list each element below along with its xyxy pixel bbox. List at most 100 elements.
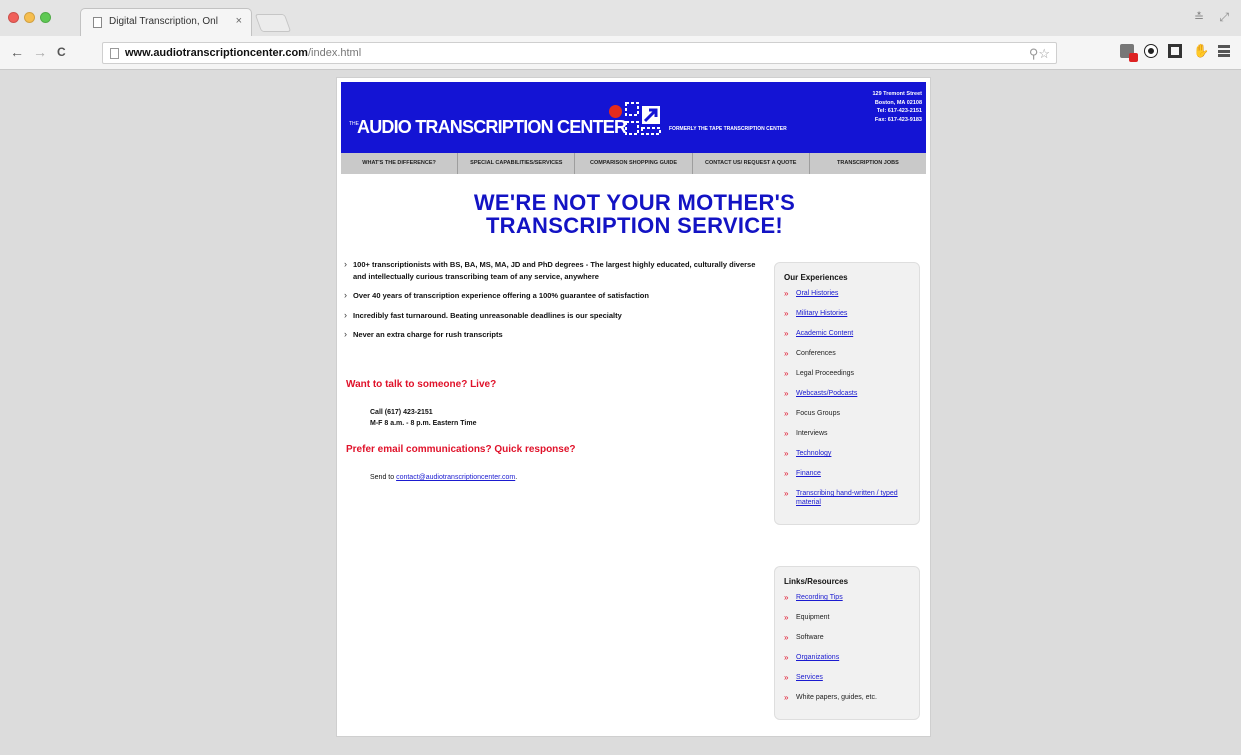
extension-icon[interactable] xyxy=(1120,44,1138,62)
tab-title: Digital Transcription, Onl xyxy=(109,16,218,27)
email-link[interactable]: contact@audiotranscriptioncenter.com xyxy=(396,474,515,481)
sidebar-label: Software xyxy=(796,634,824,641)
square-icon[interactable] xyxy=(1168,44,1182,58)
site-logo[interactable]: AUDIO TRANSCRIPTION CENTER xyxy=(357,117,627,138)
reload-icon[interactable]: C xyxy=(57,45,66,59)
logo-red-dot xyxy=(609,105,622,118)
window-resize-icon[interactable]: ≛ ⤢ xyxy=(1194,10,1235,25)
sidebar-item[interactable]: Academic Content xyxy=(784,329,913,338)
forward-icon[interactable]: → xyxy=(33,44,47,60)
phone-line: Tel: 617-423-2151 xyxy=(876,108,922,114)
feature-item: 100+ transcriptionists with BS, BA, MS, … xyxy=(344,259,764,282)
experiences-title: Our Experiences xyxy=(784,273,848,282)
sidebar-item[interactable]: Military Histories xyxy=(784,309,913,318)
page-icon xyxy=(110,48,119,59)
sidebar-link[interactable]: Organizations xyxy=(796,654,839,661)
web-page: THE AUDIO TRANSCRIPTION CENTER FORMERLY … xyxy=(336,77,931,737)
experiences-box: Our Experiences Oral Histories Military H… xyxy=(774,262,920,525)
menu-icon[interactable] xyxy=(1218,45,1230,57)
minimize-window-button[interactable] xyxy=(24,12,35,23)
close-window-button[interactable] xyxy=(8,12,19,23)
maximize-window-button[interactable] xyxy=(40,12,51,23)
feature-item: Over 40 years of transcription experienc… xyxy=(344,290,764,302)
contact-address: 129 Tremont Street Boston, MA 02108 Tel:… xyxy=(872,90,922,124)
window-controls xyxy=(8,12,51,23)
logo-tagline: FORMERLY THE TAPE TRANSCRIPTION CENTER xyxy=(669,126,787,132)
hand-icon[interactable]: ✋ xyxy=(1193,44,1209,58)
sidebar-item: Focus Groups xyxy=(784,409,913,418)
extension-badge xyxy=(1129,53,1138,62)
resources-list: Recording Tips Equipment Software Organizat… xyxy=(784,593,913,702)
sidebar-item[interactable]: Webcasts/Podcasts xyxy=(784,389,913,398)
sidebar-item[interactable]: Organizations xyxy=(784,653,913,662)
sidebar-item: Equipment xyxy=(784,613,913,622)
sidebar-label: Focus Groups xyxy=(796,410,840,417)
sidebar-link[interactable]: Oral Histories xyxy=(796,290,838,297)
sidebar-item[interactable]: Oral Histories xyxy=(784,289,913,298)
sidebar-item: Legal Proceedings xyxy=(784,369,913,378)
feature-item: Never an extra charge for rush transcrip… xyxy=(344,329,764,341)
email-line: Send to contact@audiotranscriptioncenter… xyxy=(370,474,517,481)
address-line: 129 Tremont Street xyxy=(872,91,922,97)
resources-box: Links/Resources Recording Tips Equipment S… xyxy=(774,566,920,720)
send-suffix: . xyxy=(515,474,518,481)
call-info: Call (617) 423-2151 M-F 8 a.m. - 8 p.m. … xyxy=(370,407,476,429)
headline-line-1: WE'RE NOT YOUR MOTHER'S xyxy=(473,190,796,215)
eye-icon[interactable] xyxy=(1145,45,1157,57)
talk-heading: Want to talk to someone? Live? xyxy=(346,379,497,390)
page-icon xyxy=(93,17,102,28)
tab-close-icon[interactable]: × xyxy=(236,15,242,27)
sidebar-item[interactable]: Recording Tips xyxy=(784,593,913,602)
email-heading: Prefer email communications? Quick respo… xyxy=(346,444,576,455)
site-nav: WHAT'S THE DIFFERENCE? SPECIAL CAPABILIT… xyxy=(341,153,926,174)
feature-item: Incredibly fast turnaround. Beating unre… xyxy=(344,310,764,322)
address-bar[interactable]: www.audiotranscriptioncenter.com/index.h… xyxy=(102,42,1057,64)
nav-transcription-jobs[interactable]: TRANSCRIPTION JOBS xyxy=(810,153,926,174)
browser-toolbar: ← → C www.audiotranscriptioncenter.com/i… xyxy=(0,36,1241,70)
sidebar-label: Conferences xyxy=(796,350,836,357)
address-line: Boston, MA 02108 xyxy=(874,99,922,106)
sidebar-label: White papers, guides, etc. xyxy=(796,694,877,701)
page-headline: WE'RE NOT YOUR MOTHER'S TRANSCRIPTION SE… xyxy=(337,191,932,237)
url-path: /index.html xyxy=(307,47,362,59)
extension-icons: ✋ xyxy=(1120,44,1230,62)
sidebar-label: Equipment xyxy=(796,614,830,621)
nav-contact-us[interactable]: CONTACT US/ REQUEST A QUOTE xyxy=(693,153,810,174)
sidebar-item[interactable]: Services xyxy=(784,673,913,682)
url-host: www.audiotranscriptioncenter.com xyxy=(125,47,308,59)
sidebar-item: White papers, guides, etc. xyxy=(784,693,913,702)
sidebar-item: Conferences xyxy=(784,349,913,358)
site-banner: THE AUDIO TRANSCRIPTION CENTER FORMERLY … xyxy=(341,82,926,153)
sidebar-link[interactable]: Recording Tips xyxy=(796,594,843,601)
sidebar-link[interactable]: Military Histories xyxy=(796,310,847,317)
send-prefix: Send to xyxy=(370,474,397,481)
sidebar-label: Legal Proceedings xyxy=(796,370,854,377)
sidebar-link[interactable]: Webcasts/Podcasts xyxy=(796,390,857,397)
logo-the: THE xyxy=(349,121,359,127)
sidebar-item: Interviews xyxy=(784,429,913,438)
browser-tab[interactable]: Digital Transcription, Onl × xyxy=(80,8,252,36)
hours-line: M-F 8 a.m. - 8 p.m. Eastern Time xyxy=(370,420,477,427)
new-tab-button[interactable] xyxy=(254,14,292,32)
sidebar-item[interactable]: Finance xyxy=(784,469,913,478)
sidebar-link[interactable]: Transcribing hand-written / typed materi… xyxy=(796,490,898,506)
back-icon[interactable]: ← xyxy=(10,44,24,60)
bookmark-star-icon[interactable]: ⚲☆ xyxy=(1029,46,1050,62)
nav-whats-the-difference[interactable]: WHAT'S THE DIFFERENCE? xyxy=(341,153,459,174)
sidebar-label: Interviews xyxy=(796,430,828,437)
fax-line: Fax: 617-423-9183 xyxy=(874,116,922,123)
sidebar-link[interactable]: Finance xyxy=(796,470,821,477)
sidebar-link[interactable]: Services xyxy=(796,674,823,681)
sidebar-item[interactable]: Technology xyxy=(784,449,913,458)
sidebar-link[interactable]: Technology xyxy=(796,450,831,457)
logo-mark-icon xyxy=(625,102,661,135)
sidebar-item[interactable]: Transcribing hand-written / typed materi… xyxy=(784,489,913,507)
nav-special-capabilities[interactable]: SPECIAL CAPABILITIES/SERVICES xyxy=(458,153,576,174)
feature-list: 100+ transcriptionists with BS, BA, MS, … xyxy=(344,259,764,349)
sidebar-link[interactable]: Academic Content xyxy=(796,330,853,337)
headline-line-2: TRANSCRIPTION SERVICE! xyxy=(485,213,784,238)
experiences-list: Oral Histories Military Histories Academic… xyxy=(784,289,913,507)
tab-strip: Digital Transcription, Onl × ≛ ⤢ xyxy=(0,0,1241,36)
nav-comparison-shopping[interactable]: COMPARISON SHOPPING GUIDE xyxy=(575,153,693,174)
sidebar-item: Software xyxy=(784,633,913,642)
